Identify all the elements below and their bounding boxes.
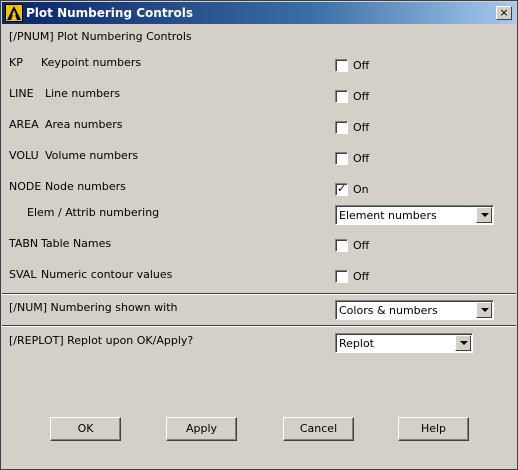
volu-state-label: Off [353,152,370,165]
area-description: Area numbers [45,118,123,131]
cancel-button[interactable]: Cancel [283,417,354,441]
tabn-code: TABN [9,237,39,250]
area-state-label: Off [353,121,370,134]
kp-label: KP Keypoint numbers [9,56,141,69]
tabn-label: TABN Table Names [9,237,111,250]
replot-label: [/REPLOT] Replot upon OK/Apply? [9,334,194,347]
kp-state-label: Off [353,59,370,72]
line-description: Line numbers [45,87,121,100]
elem-attrib-select[interactable]: Element numbers [335,205,494,225]
dialog-window: Plot Numbering Controls × [/PNUM] Plot N… [0,0,518,470]
chevron-down-icon[interactable] [455,335,471,351]
line-label: LINE Line numbers [9,87,120,100]
kp-description: Keypoint numbers [41,56,142,69]
area-checkbox[interactable] [335,121,348,134]
volu-code: VOLU [9,149,39,162]
chevron-down-icon[interactable] [476,207,492,223]
volu-checkbox[interactable] [335,152,348,165]
pnum-header-label: [/PNUM] Plot Numbering Controls [9,30,192,43]
separator-2 [2,325,516,327]
volu-label: VOLU Volume numbers [9,149,138,162]
tabn-checkbox[interactable] [335,239,348,252]
line-code: LINE [9,87,34,100]
area-label: AREA Area numbers [9,118,122,131]
help-button[interactable]: Help [398,417,469,441]
area-code: AREA [9,118,39,131]
kp-code: KP [9,56,23,69]
elem-attrib-label: Elem / Attrib numbering [27,206,160,219]
sval-code: SVAL [9,268,37,281]
node-label: NODE Node numbers [9,180,126,193]
tabn-state-label: Off [353,239,370,252]
checkmark-icon: ✓ [337,182,347,195]
node-checkbox[interactable]: ✓ [335,182,348,196]
ansys-logo-icon [5,4,23,22]
elem-attrib-value: Element numbers [339,209,437,222]
node-description: Node numbers [45,180,126,193]
replot-select[interactable]: Replot [335,333,473,353]
line-checkbox[interactable] [335,90,348,103]
close-button[interactable]: × [496,6,512,20]
window-title: Plot Numbering Controls [26,6,193,20]
kp-checkbox[interactable] [335,59,348,72]
title-bar[interactable]: Plot Numbering Controls × [2,2,516,24]
chevron-down-icon[interactable] [476,302,492,318]
sval-label: SVAL Numeric contour values [9,268,172,281]
sval-state-label: Off [353,270,370,283]
num-select[interactable]: Colors & numbers [335,300,494,320]
tabn-description: Table Names [41,237,112,250]
sval-description: Numeric contour values [41,268,173,281]
close-icon: × [499,6,509,19]
ok-button[interactable]: OK [50,417,121,441]
node-state-label: On [353,183,369,196]
num-label: [/NUM] Numbering shown with [9,301,178,314]
sval-checkbox[interactable] [335,270,348,283]
apply-button[interactable]: Apply [166,417,237,441]
separator-1 [2,293,516,295]
num-value: Colors & numbers [339,304,438,317]
replot-value: Replot [339,337,374,350]
line-state-label: Off [353,90,370,103]
node-code: NODE [9,180,42,193]
volu-description: Volume numbers [45,149,139,162]
